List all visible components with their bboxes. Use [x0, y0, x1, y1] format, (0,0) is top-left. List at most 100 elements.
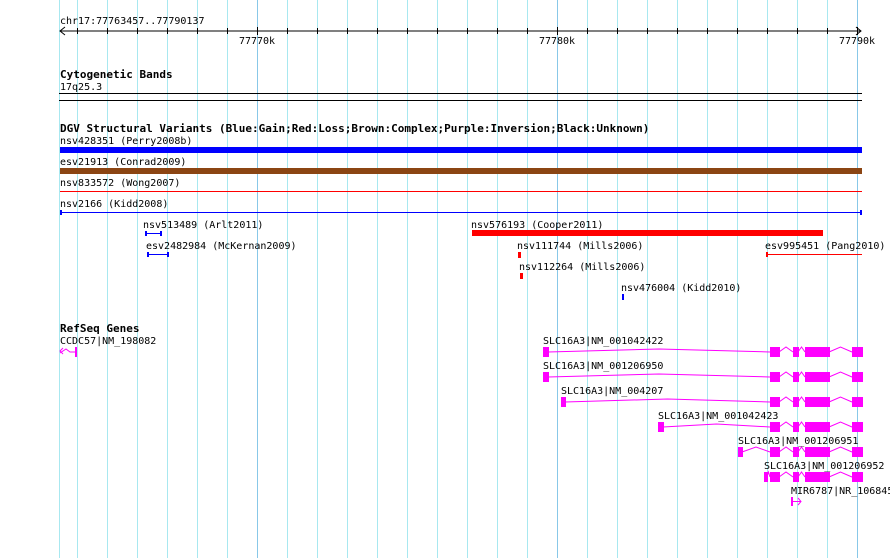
intron-line	[797, 396, 806, 403]
exon[interactable]	[852, 447, 863, 457]
gene-feature[interactable]: SLC16A3|NM_001042422	[543, 336, 863, 357]
exon[interactable]	[561, 397, 566, 407]
variant-label: esv21913 (Conrad2009)	[60, 157, 186, 168]
variant-feature[interactable]: nsv833572 (Wong2007)	[60, 178, 862, 192]
exon[interactable]	[793, 372, 799, 382]
exon[interactable]	[793, 347, 799, 357]
exon[interactable]	[791, 497, 793, 506]
variant-feature[interactable]: esv21913 (Conrad2009)	[60, 157, 862, 174]
exon[interactable]	[852, 472, 863, 482]
gene-label: SLC16A3|NM_001042423	[658, 411, 778, 422]
gene-label: SLC16A3|NM_001206952	[764, 461, 884, 472]
exon[interactable]	[770, 397, 780, 407]
variant-label: nsv111744 (Mills2006)	[517, 241, 643, 252]
variant-label: esv995451 (Pang2010)	[765, 241, 885, 252]
exon[interactable]	[770, 347, 780, 357]
tick-label: 77780k	[539, 36, 575, 47]
exon[interactable]	[805, 447, 830, 457]
intron-line	[662, 423, 771, 428]
intron-line	[797, 371, 806, 378]
exon[interactable]	[793, 472, 799, 482]
intron-line	[778, 396, 794, 403]
track-title: RefSeq Genes	[60, 322, 139, 335]
exon[interactable]	[738, 447, 743, 457]
variant-feature[interactable]: esv995451 (Pang2010)	[765, 241, 885, 257]
gene-feature[interactable]: SLC16A3|NM_001206951	[738, 436, 863, 457]
variant-end-tick	[145, 231, 147, 236]
variant-bar[interactable]	[518, 252, 521, 258]
variant-bar[interactable]	[472, 230, 823, 236]
variant-end-tick	[160, 231, 162, 236]
gene-label: MIR6787|NR_106845	[791, 486, 890, 497]
variant-feature[interactable]: nsv112264 (Mills2006)	[519, 262, 645, 279]
gene-feature[interactable]: SLC16A3|NM_004207	[561, 386, 863, 407]
variant-feature[interactable]: nsv111744 (Mills2006)	[517, 241, 643, 258]
exon[interactable]	[793, 397, 799, 407]
band-label: 17q25.3	[60, 82, 102, 93]
exon[interactable]	[543, 372, 549, 382]
variant-bar[interactable]	[60, 147, 862, 153]
variant-feature[interactable]: esv2482984 (McKernan2009)	[146, 241, 297, 257]
gene-feature[interactable]: CCDC57|NM_198082	[59, 336, 156, 357]
dgv-track: DGV Structural Variants (Blue:Gain;Red:L…	[60, 122, 885, 300]
track-canvas: chr17:77763457..77790137 77770k 77780k 7…	[59, 0, 890, 558]
variant-label: nsv576193 (Cooper2011)	[471, 220, 603, 231]
intron-line	[778, 446, 794, 453]
variant-end-tick	[60, 210, 62, 215]
exon[interactable]	[852, 422, 863, 432]
gene-label: SLC16A3|NM_001206951	[738, 436, 858, 447]
exon[interactable]	[75, 347, 77, 357]
intron-line	[828, 371, 853, 378]
intron-line	[778, 346, 794, 353]
exon[interactable]	[770, 447, 780, 457]
gene-feature[interactable]: MIR6787|NR_106845	[791, 486, 890, 506]
variant-feature[interactable]: nsv428351 (Perry2008b)	[60, 136, 862, 153]
variant-label: nsv513489 (Arlt2011)	[143, 220, 263, 231]
intron-line	[797, 346, 806, 353]
variant-label: nsv112264 (Mills2006)	[519, 262, 645, 273]
variant-label: esv2482984 (McKernan2009)	[146, 241, 297, 252]
variant-bar[interactable]	[520, 273, 523, 279]
exon[interactable]	[793, 422, 799, 432]
gene-feature[interactable]: SLC16A3|NM_001206950	[543, 361, 863, 382]
variant-feature[interactable]: nsv513489 (Arlt2011)	[143, 220, 263, 236]
intron-line	[828, 471, 853, 478]
exon[interactable]	[764, 472, 768, 482]
exon[interactable]	[770, 472, 780, 482]
intron-line	[547, 373, 771, 378]
gene-feature[interactable]: SLC16A3|NM_001042423	[658, 411, 863, 432]
variant-bar[interactable]	[622, 294, 624, 300]
intron-line	[564, 398, 771, 403]
variant-feature[interactable]: nsv476004 (Kidd2010)	[621, 283, 741, 300]
exon[interactable]	[852, 372, 863, 382]
variant-feature[interactable]: nsv2166 (Kidd2008)	[60, 199, 862, 215]
gene-label: SLC16A3|NM_001206950	[543, 361, 663, 372]
exon[interactable]	[793, 447, 799, 457]
exon[interactable]	[805, 472, 830, 482]
intron-line	[547, 348, 771, 353]
exon[interactable]	[805, 372, 830, 382]
intron-line	[741, 446, 771, 453]
intron-line	[778, 371, 794, 378]
variant-label: nsv833572 (Wong2007)	[60, 178, 180, 189]
exon[interactable]	[543, 347, 549, 357]
variant-label: nsv476004 (Kidd2010)	[621, 283, 741, 294]
intron-line	[797, 446, 806, 453]
variant-end-tick	[860, 210, 862, 215]
exon[interactable]	[805, 347, 830, 357]
exon[interactable]	[805, 397, 830, 407]
variant-bar[interactable]	[60, 168, 862, 174]
exon[interactable]	[852, 397, 863, 407]
intron-line	[59, 348, 76, 354]
exon[interactable]	[770, 422, 780, 432]
gene-feature[interactable]: SLC16A3|NM_001206952	[764, 461, 884, 482]
intron-line	[828, 421, 853, 428]
exon[interactable]	[658, 422, 664, 432]
intron-line	[797, 471, 806, 478]
exon[interactable]	[852, 347, 863, 357]
variant-label: nsv428351 (Perry2008b)	[60, 136, 192, 147]
exon[interactable]	[805, 422, 830, 432]
genome-browser-panel: chr17:77763457..77790137 77770k 77780k 7…	[0, 0, 890, 558]
exon[interactable]	[770, 372, 780, 382]
gene-label: SLC16A3|NM_001042422	[543, 336, 663, 347]
